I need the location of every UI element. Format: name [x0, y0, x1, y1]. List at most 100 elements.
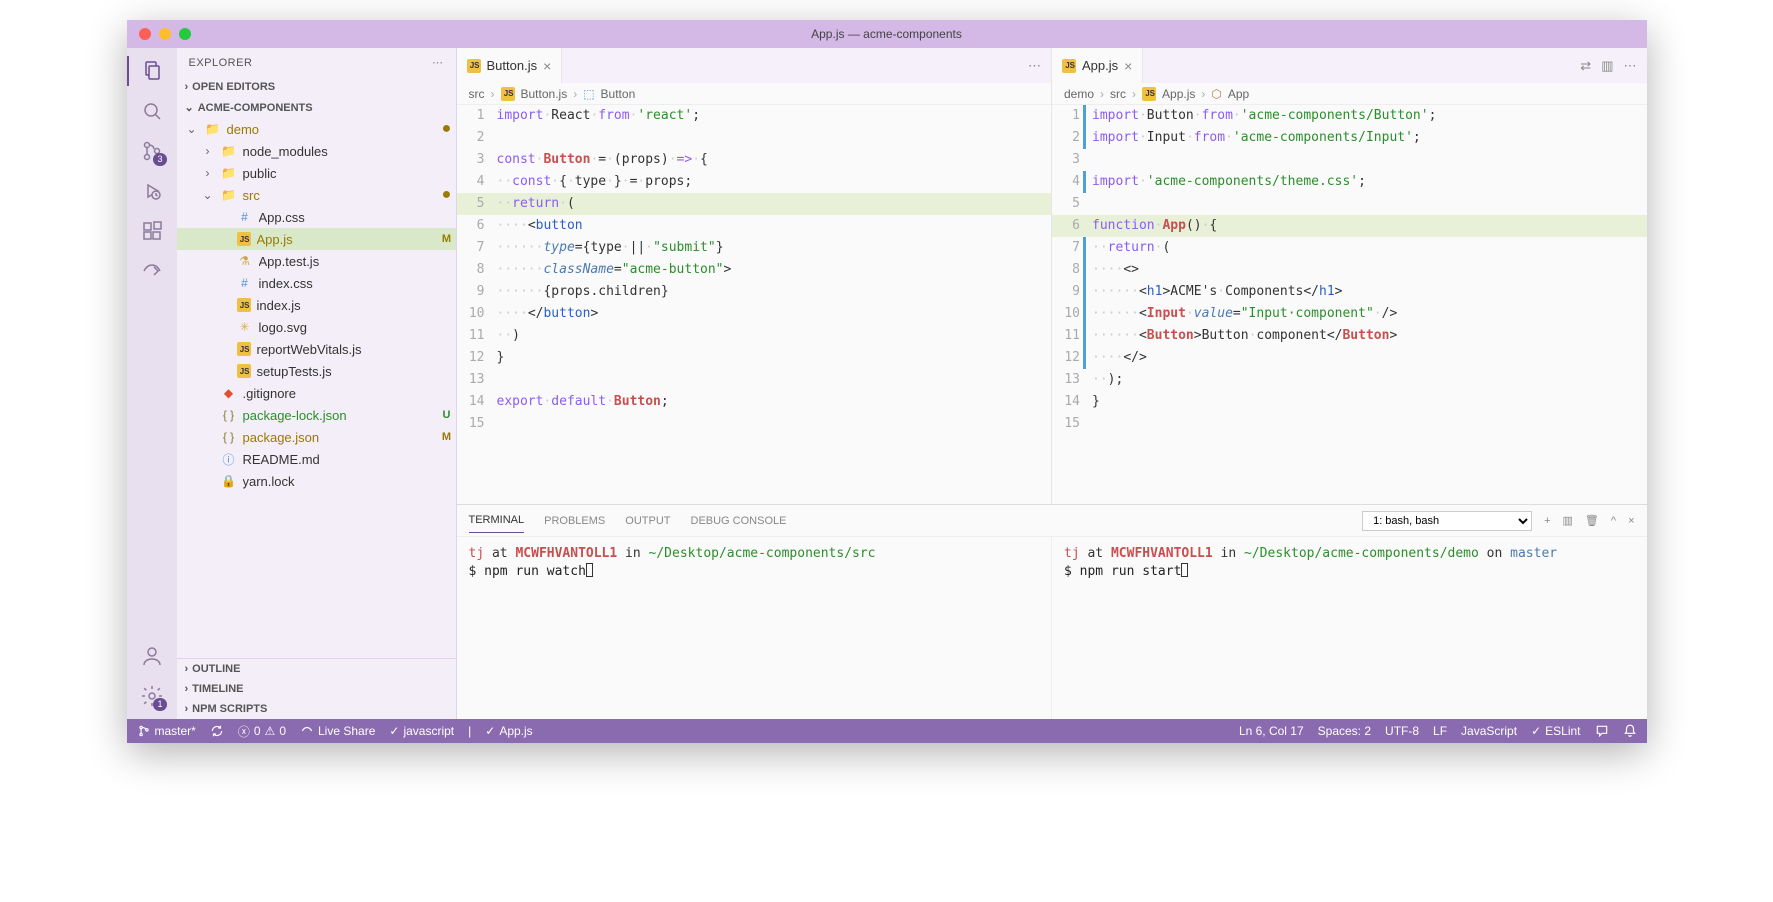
outline-section[interactable]: ›OUTLINE	[177, 659, 456, 679]
tabs-2: JSApp.js× ⇄ ▥ ⋯	[1052, 48, 1647, 83]
sidebar: EXPLORER ⋯ ›OPEN EDITORS ⌄ACME-COMPONENT…	[177, 48, 457, 719]
more-icon[interactable]: ⋯	[1028, 58, 1041, 74]
tree-item-readme-md[interactable]: ⓘREADME.md	[177, 448, 456, 470]
settings-badge: 1	[153, 698, 166, 711]
tree-item-package-lock-json[interactable]: { }package-lock.jsonU	[177, 404, 456, 426]
tree-item-app-js[interactable]: JSApp.jsM	[177, 228, 456, 250]
terminal-selector[interactable]: 1: bash, bash	[1362, 511, 1532, 531]
eol-status[interactable]: LF	[1433, 724, 1447, 738]
tab-app-js[interactable]: JSApp.js×	[1052, 48, 1143, 83]
pane-actions-1: ⋯	[1018, 58, 1051, 74]
maximize-window-icon[interactable]	[179, 28, 191, 40]
js-icon: JS	[1062, 59, 1076, 73]
branch-status[interactable]: master*	[137, 724, 196, 738]
editor-pane-2: JSApp.js× ⇄ ▥ ⋯ demo› src› JSApp.js› ⬡Ap…	[1052, 48, 1647, 504]
tab-button-js[interactable]: JSButton.js×	[457, 48, 563, 83]
tree-item-public[interactable]: ›📁public	[177, 162, 456, 184]
encoding-status[interactable]: UTF-8	[1385, 724, 1419, 738]
live-share-status[interactable]: Live Share	[300, 724, 375, 738]
terminal-tab[interactable]: TERMINAL	[469, 508, 525, 533]
js-icon: JS	[501, 87, 515, 101]
tree-item-yarn-lock[interactable]: 🔒yarn.lock	[177, 470, 456, 492]
titlebar: App.js — acme-components	[127, 20, 1647, 48]
new-terminal-icon[interactable]: +	[1544, 515, 1550, 527]
npm-scripts-section[interactable]: ›NPM SCRIPTS	[177, 699, 456, 719]
close-panel-icon[interactable]: ×	[1628, 515, 1634, 527]
symbol-icon: ⬚	[583, 87, 594, 101]
panel-tabs: TERMINAL PROBLEMS OUTPUT DEBUG CONSOLE 1…	[457, 505, 1647, 537]
terminal-split: tj at MCWFHVANTOLL1 in ~/Desktop/acme-co…	[457, 537, 1647, 719]
scm-badge: 3	[153, 153, 166, 166]
output-tab[interactable]: OUTPUT	[625, 509, 670, 533]
project-section[interactable]: ⌄ACME-COMPONENTS	[177, 97, 456, 118]
tree-item-index-js[interactable]: JSindex.js	[177, 294, 456, 316]
eslint-status[interactable]: ✓ ESLint	[1531, 724, 1580, 738]
bottom-panel: TERMINAL PROBLEMS OUTPUT DEBUG CONSOLE 1…	[457, 504, 1647, 719]
close-icon[interactable]: ×	[543, 58, 551, 74]
sidebar-title: EXPLORER	[189, 57, 253, 69]
debug-console-tab[interactable]: DEBUG CONSOLE	[691, 509, 787, 533]
cursor-position[interactable]: Ln 6, Col 17	[1239, 724, 1304, 738]
window-controls	[139, 28, 191, 40]
minimize-window-icon[interactable]	[159, 28, 171, 40]
source-control-icon[interactable]: 3	[139, 138, 165, 164]
indentation-status[interactable]: Spaces: 2	[1318, 724, 1371, 738]
feedback-icon[interactable]	[1595, 724, 1609, 738]
close-window-icon[interactable]	[139, 28, 151, 40]
editor-split: JSButton.js× ⋯ src› JSButton.js› ⬚Button…	[457, 48, 1647, 504]
activity-bar: 3 1	[127, 48, 177, 719]
account-icon[interactable]	[139, 643, 165, 669]
lang-status-2[interactable]: ✓ App.js	[485, 724, 532, 738]
language-mode[interactable]: JavaScript	[1461, 724, 1517, 738]
pane-actions-2: ⇄ ▥ ⋯	[1570, 58, 1646, 74]
more-icon[interactable]: ⋯	[1624, 58, 1637, 74]
tree-item-package-json[interactable]: { }package.jsonM	[177, 426, 456, 448]
status-bar: master* ⓧ 0 ⚠ 0 Live Share ✓ javascript …	[127, 719, 1647, 743]
open-editors-section[interactable]: ›OPEN EDITORS	[177, 77, 456, 97]
debug-icon[interactable]	[139, 178, 165, 204]
tree-item-demo[interactable]: ⌄📁demo●	[177, 118, 456, 140]
terminal-1[interactable]: tj at MCWFHVANTOLL1 in ~/Desktop/acme-co…	[457, 537, 1053, 719]
tree-item-src[interactable]: ⌄📁src●	[177, 184, 456, 206]
search-icon[interactable]	[139, 98, 165, 124]
breadcrumb-2[interactable]: demo› src› JSApp.js› ⬡App	[1052, 83, 1647, 105]
symbol-icon: ⬡	[1211, 87, 1221, 101]
maximize-panel-icon[interactable]: ^	[1611, 515, 1616, 527]
tree-item-app-test-js[interactable]: ⚗App.test.js	[177, 250, 456, 272]
tree-item-index-css[interactable]: #index.css	[177, 272, 456, 294]
settings-icon[interactable]: 1	[139, 683, 165, 709]
file-tree: ⌄📁demo●›📁node_modules›📁public⌄📁src●#App.…	[177, 118, 456, 658]
live-share-icon[interactable]	[139, 258, 165, 284]
code-editor-2[interactable]: 1import·Button·from·'acme-components/But…	[1052, 105, 1647, 504]
window-title: App.js — acme-components	[811, 27, 962, 41]
explorer-icon[interactable]	[139, 58, 165, 84]
sync-status[interactable]	[210, 724, 224, 738]
tree-item-node-modules[interactable]: ›📁node_modules	[177, 140, 456, 162]
kill-terminal-icon[interactable]: 🗑	[1585, 514, 1599, 527]
js-icon: JS	[467, 59, 481, 73]
problems-tab[interactable]: PROBLEMS	[544, 509, 605, 533]
lang-status-1[interactable]: ✓ javascript	[389, 724, 454, 738]
breadcrumb-1[interactable]: src› JSButton.js› ⬚Button	[457, 83, 1052, 105]
timeline-section[interactable]: ›TIMELINE	[177, 679, 456, 699]
tabs-1: JSButton.js× ⋯	[457, 48, 1052, 83]
code-editor-1[interactable]: 1import·React·from·'react';23const·Butto…	[457, 105, 1052, 504]
tree-item--gitignore[interactable]: ◆.gitignore	[177, 382, 456, 404]
editor-pane-1: JSButton.js× ⋯ src› JSButton.js› ⬚Button…	[457, 48, 1053, 504]
compare-icon[interactable]: ⇄	[1580, 58, 1591, 74]
tree-item-logo-svg[interactable]: ✳logo.svg	[177, 316, 456, 338]
split-editor-icon[interactable]: ▥	[1601, 58, 1613, 74]
notifications-icon[interactable]	[1623, 724, 1637, 738]
js-icon: JS	[1142, 87, 1156, 101]
tree-item-app-css[interactable]: #App.css	[177, 206, 456, 228]
tree-item-reportwebvitals-js[interactable]: JSreportWebVitals.js	[177, 338, 456, 360]
split-terminal-icon[interactable]: ▥	[1563, 514, 1573, 527]
close-icon[interactable]: ×	[1124, 58, 1132, 74]
terminal-2[interactable]: tj at MCWFHVANTOLL1 in ~/Desktop/acme-co…	[1052, 537, 1647, 719]
sidebar-header: EXPLORER ⋯	[177, 48, 456, 77]
problems-status[interactable]: ⓧ 0 ⚠ 0	[238, 723, 286, 740]
tree-item-setuptests-js[interactable]: JSsetupTests.js	[177, 360, 456, 382]
sidebar-more-icon[interactable]: ⋯	[432, 56, 444, 69]
editor-area: JSButton.js× ⋯ src› JSButton.js› ⬚Button…	[457, 48, 1647, 719]
extensions-icon[interactable]	[139, 218, 165, 244]
